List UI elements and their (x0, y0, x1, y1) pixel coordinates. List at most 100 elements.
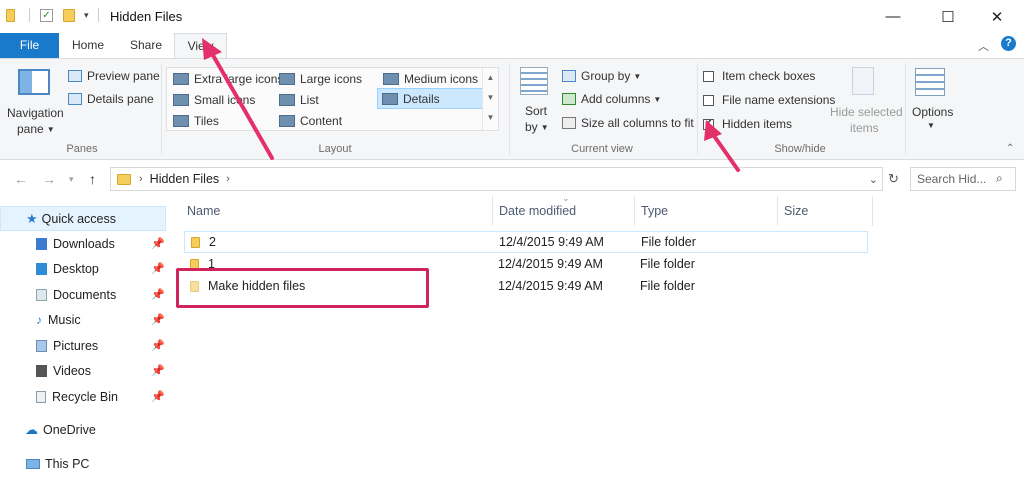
pin-icon[interactable]: 📌 (151, 364, 165, 377)
current-view-group-label: Current view (571, 143, 633, 155)
chevron-down-icon[interactable]: ▼ (927, 121, 935, 130)
minimize-ribbon-icon[interactable]: ︿ (978, 38, 989, 54)
size-all-columns-button[interactable]: Size all columns to fit (562, 116, 694, 130)
layout-medium-icons[interactable]: Medium icons (379, 68, 478, 89)
column-header-type[interactable]: Type (641, 204, 668, 218)
layout-gallery-scroller[interactable]: ▲ ▼ ▼ (482, 68, 498, 130)
nav-item-this-pc[interactable]: This PC (0, 451, 166, 476)
file-name: 2 (209, 235, 216, 249)
file-type: File folder (640, 279, 695, 293)
computer-icon (26, 458, 40, 469)
column-header-size[interactable]: Size (784, 204, 808, 218)
options-icon[interactable] (915, 68, 945, 96)
preview-pane-button[interactable]: Preview pane (68, 69, 160, 83)
close-button[interactable]: ✕ (974, 0, 1020, 33)
divider (697, 63, 698, 155)
nav-item-pictures[interactable]: Pictures 📌 (0, 333, 166, 358)
window-title: Hidden Files (110, 9, 183, 24)
forward-icon[interactable]: → (42, 171, 56, 187)
help-icon[interactable]: ? (1001, 36, 1016, 51)
pin-icon[interactable]: 📌 (151, 262, 165, 275)
group-by-icon (562, 70, 576, 82)
options-button[interactable]: Options (912, 105, 953, 119)
breadcrumb[interactable]: Hidden Files (150, 172, 219, 186)
expand-gallery-icon[interactable]: ▼ (483, 108, 498, 128)
column-header-name[interactable]: Name (187, 204, 220, 218)
nav-item-label: Documents (53, 287, 117, 302)
tab-file[interactable]: File (0, 33, 59, 58)
add-columns-button[interactable]: Add columns ▼ (562, 92, 661, 106)
layout-content[interactable]: Content (275, 110, 342, 131)
scroll-up-icon[interactable]: ▲ (483, 68, 498, 88)
column-header-date-modified[interactable]: Date modified (499, 204, 576, 218)
pin-icon[interactable]: 📌 (151, 339, 165, 352)
folder-icon (6, 8, 15, 22)
nav-item-documents[interactable]: Documents 📌 (0, 282, 166, 307)
nav-item-onedrive[interactable]: ☁ OneDrive (0, 417, 166, 442)
search-icon[interactable]: ⌕ (996, 171, 1003, 186)
quick-access-toolbar: ✓ ▾ (6, 8, 99, 22)
nav-item-quick-access[interactable]: ★ Quick access (0, 206, 166, 231)
content-icon (279, 114, 295, 127)
navigation-pane: ★ Quick access Downloads 📌 Desktop 📌 Docum… (0, 196, 170, 480)
hidden-items-toggle[interactable]: ✔ Hidden items (703, 117, 792, 131)
layout-small-icons[interactable]: Small icons (169, 89, 255, 110)
hide-selected-label-1[interactable]: Hide selected (830, 105, 903, 119)
back-icon[interactable]: ← (14, 171, 28, 187)
tab-home[interactable]: Home (64, 33, 112, 58)
ribbon-view: Navigation pane ▼ Preview pane Details pa… (0, 58, 1024, 160)
nav-item-desktop[interactable]: Desktop 📌 (0, 256, 166, 281)
tab-view[interactable]: View (174, 33, 227, 59)
refresh-icon[interactable]: ↻ (888, 171, 899, 187)
maximize-button[interactable]: ☐ (925, 0, 971, 33)
divider[interactable] (634, 196, 635, 226)
address-box[interactable]: › Hidden Files › ⌄ (110, 167, 883, 191)
tab-share[interactable]: Share (120, 33, 172, 58)
list-icon (279, 93, 295, 106)
breadcrumb-chevron-icon: › (139, 173, 143, 185)
navigation-pane-button[interactable] (18, 69, 50, 95)
documents-icon (36, 288, 47, 301)
hide-selected-label-2[interactable]: items (850, 121, 879, 135)
layout-tiles[interactable]: Tiles (169, 110, 219, 131)
pin-icon[interactable]: 📌 (151, 288, 165, 301)
properties-icon[interactable]: ✓ (40, 8, 53, 22)
customize-toolbar-icon[interactable]: ▾ (84, 10, 89, 21)
file-name-extensions-toggle[interactable]: File name extensions (703, 93, 835, 107)
nav-item-music[interactable]: ♪ Music 📌 (0, 307, 166, 332)
layout-item-label: Large icons (300, 71, 363, 86)
recent-locations-icon[interactable]: ▾ (69, 174, 74, 185)
item-check-boxes-toggle[interactable]: Item check boxes (703, 69, 815, 83)
add-columns-label: Add columns (581, 92, 651, 106)
group-by-button[interactable]: Group by ▼ (562, 69, 641, 83)
scroll-down-icon[interactable]: ▼ (483, 88, 498, 108)
layout-large-icons[interactable]: Large icons (275, 68, 362, 89)
hidden-items-checkbox[interactable]: ✔ (703, 118, 714, 130)
nav-item-label: Music (48, 312, 81, 327)
size-columns-icon (562, 117, 576, 129)
table-row[interactable]: 2 12/4/2015 9:49 AM File folder (184, 231, 868, 253)
minimize-button[interactable]: — (870, 0, 916, 33)
address-dropdown-icon[interactable]: ⌄ (869, 173, 878, 186)
divider[interactable] (777, 196, 778, 226)
layout-extra-large-icons[interactable]: Extra large icons (169, 68, 283, 89)
divider[interactable] (492, 196, 493, 226)
nav-item-downloads[interactable]: Downloads 📌 (0, 231, 166, 256)
layout-list[interactable]: List (275, 89, 319, 110)
sort-indicator-icon: ⌄ (562, 193, 570, 203)
pin-icon[interactable]: 📌 (151, 237, 165, 250)
layout-details[interactable]: Details (377, 88, 483, 109)
pin-icon[interactable]: 📌 (151, 313, 165, 326)
up-icon[interactable]: ↑ (89, 171, 96, 187)
nav-item-recycle-bin[interactable]: Recycle Bin 📌 (0, 384, 166, 409)
item-check-boxes-checkbox[interactable] (703, 70, 714, 82)
collapse-ribbon-icon[interactable]: ⌃ (1006, 143, 1014, 154)
details-pane-button[interactable]: Details pane (68, 92, 154, 106)
pin-icon[interactable]: 📌 (151, 390, 165, 403)
divider[interactable] (872, 196, 873, 226)
new-folder-icon[interactable] (63, 8, 75, 22)
sort-by-button[interactable] (520, 67, 548, 95)
file-name-extensions-checkbox[interactable] (703, 94, 714, 106)
nav-item-videos[interactable]: Videos 📌 (0, 358, 166, 383)
hide-selected-icon (852, 67, 874, 95)
